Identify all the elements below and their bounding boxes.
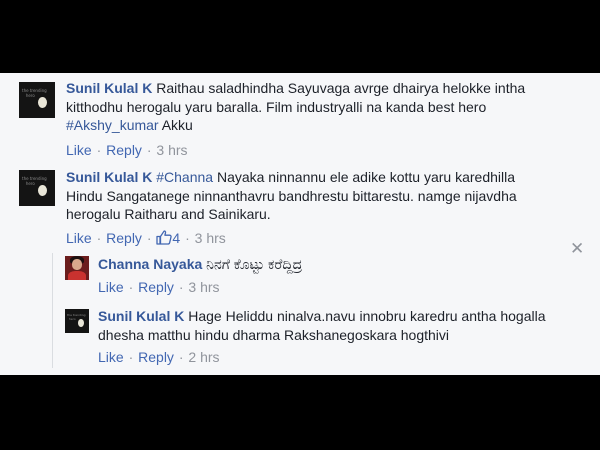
like-button[interactable]: Like [98,349,124,365]
comment-actions: Like · Reply · 3 hrs [66,142,188,158]
like-button[interactable]: Like [98,279,124,295]
reply-button[interactable]: Reply [106,230,142,246]
timestamp[interactable]: 2 hrs [188,349,219,365]
comment-body: Sunil Kulal K #Channa Nayaka ninnannu el… [66,168,548,224]
comment-actions: Like · Reply · 4 · 3 hrs [66,230,226,246]
reply-button[interactable]: Reply [138,279,174,295]
avatar[interactable] [65,256,89,280]
timestamp[interactable]: 3 hrs [156,142,187,158]
comment-body: Sunil Kulal K Raithau saladhindha Sayuva… [66,79,536,135]
reply-author[interactable]: Channa Nayaka [98,256,202,272]
comments-panel: the trending hero Sunil Kulal K Raithau … [0,73,600,375]
reply-author[interactable]: Sunil Kulal K [98,308,184,324]
avatar[interactable]: the trending hero [19,170,55,206]
avatar[interactable]: the trending hero [65,309,89,333]
timestamp[interactable]: 3 hrs [195,230,226,246]
reply-actions: Like · Reply · 3 hrs [98,279,220,295]
like-button[interactable]: Like [66,142,92,158]
comment-author[interactable]: Sunil Kulal K [66,80,152,96]
comment-author[interactable]: Sunil Kulal K [66,169,152,185]
avatar[interactable]: the trending hero [19,82,55,118]
thumbs-up-icon [156,230,173,245]
like-button[interactable]: Like [66,230,92,246]
reply-actions: Like · Reply · 2 hrs [98,349,220,365]
timestamp[interactable]: 3 hrs [188,279,219,295]
mention-link[interactable]: #Channa [156,169,213,185]
reply-text: ನಿನಗೆ ಕೊಟ್ಟು ಕರೆದ್ದಿದ್ರ [206,256,303,272]
reaction-count[interactable]: 4 [156,230,184,246]
reply-body: Sunil Kulal K Hage Heliddu ninalva.navu … [98,307,558,344]
reaction-count-value: 4 [172,230,181,246]
reply-button[interactable]: Reply [106,142,142,158]
reply-thread-line [52,253,53,368]
hashtag-link[interactable]: #Akshy_kumar [66,117,159,133]
reply-body: Channa Nayaka ನಿನಗೆ ಕೊಟ್ಟು ಕರೆದ್ದಿದ್ರ [98,255,548,274]
comment-text-after: Akku [161,117,193,133]
close-icon[interactable]: ✕ [570,239,584,259]
reply-button[interactable]: Reply [138,349,174,365]
